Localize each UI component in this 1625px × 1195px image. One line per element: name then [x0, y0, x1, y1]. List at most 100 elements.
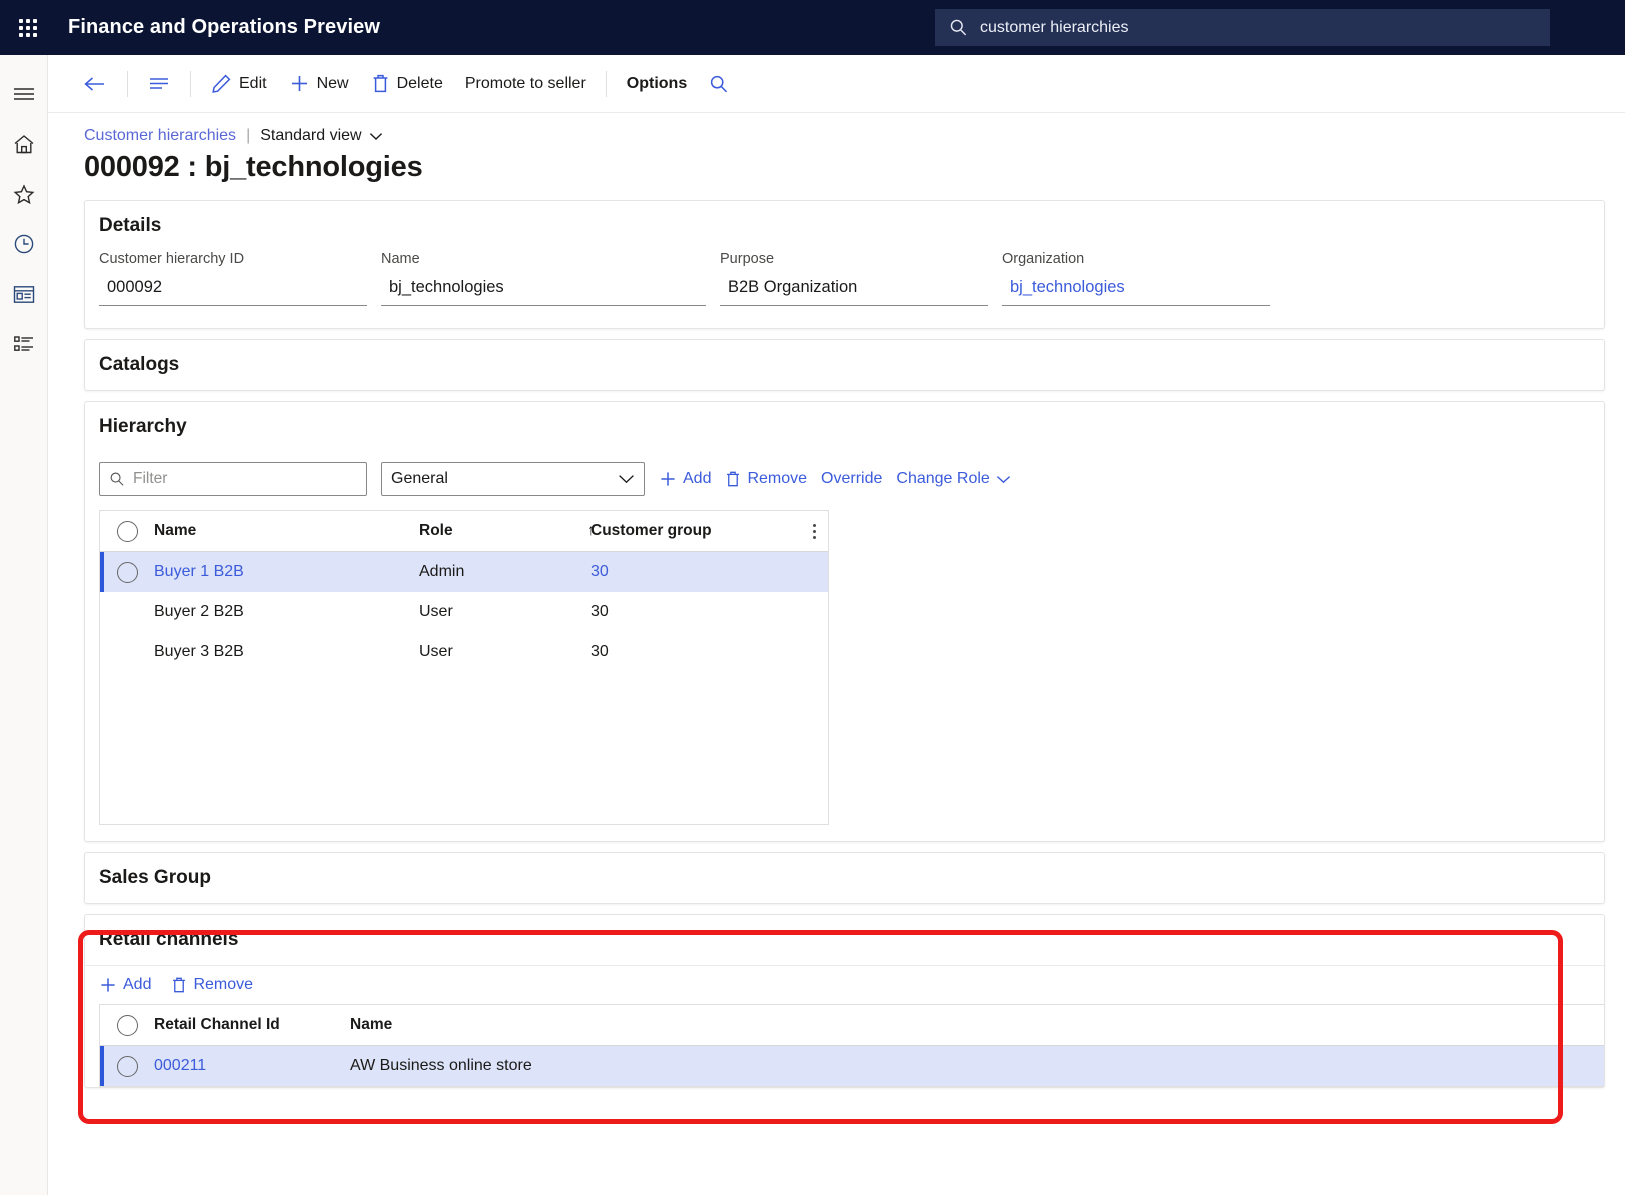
breadcrumb-separator: | — [246, 127, 251, 144]
hierarchy-view-select[interactable]: General — [381, 462, 645, 496]
search-icon — [711, 75, 728, 92]
column-header-name[interactable]: Name — [154, 522, 419, 540]
field-organization: Organization bj_technologies — [1002, 251, 1270, 306]
sidebar-item-favorites[interactable] — [0, 169, 47, 219]
options-button[interactable]: Options — [616, 68, 698, 100]
row-radio-cell[interactable] — [100, 1055, 154, 1077]
select-all-radio-cell[interactable] — [100, 1014, 154, 1036]
hierarchy-filter-input[interactable]: Filter — [99, 462, 367, 496]
view-selector-label: Standard view — [260, 127, 362, 144]
chevron-down-icon — [619, 475, 634, 484]
sales-group-header: Sales Group — [99, 867, 211, 888]
delete-button[interactable]: Delete — [360, 66, 454, 101]
retail-channels-remove-button[interactable]: Remove — [171, 976, 253, 994]
filter-placeholder-text: Filter — [133, 470, 168, 487]
field-value-link[interactable]: bj_technologies — [1002, 276, 1270, 306]
field-purpose: Purpose B2B Organization — [720, 251, 988, 306]
search-icon — [110, 472, 124, 486]
new-button[interactable]: New — [278, 66, 360, 101]
command-separator-1 — [127, 70, 128, 97]
details-section: Details Customer hierarchy ID 000092 Nam… — [84, 200, 1605, 329]
app-launcher-button[interactable] — [0, 18, 56, 37]
column-header-role[interactable]: Role — [419, 522, 591, 540]
select-all-radio[interactable] — [116, 520, 138, 542]
retail-channels-add-button[interactable]: Add — [99, 976, 151, 994]
page-content: Edit New Delete Promote to seller Option… — [48, 55, 1625, 1195]
back-button[interactable] — [72, 68, 118, 100]
view-selector[interactable]: Standard view — [260, 127, 382, 145]
sales-group-section[interactable]: Sales Group — [84, 852, 1605, 904]
sidebar-item-hamburger[interactable] — [0, 69, 47, 119]
table-row[interactable]: 000211 AW Business online store — [100, 1046, 1604, 1086]
add-label: Add — [683, 470, 712, 487]
chevron-down-icon — [369, 132, 382, 140]
select-all-radio[interactable] — [116, 1014, 138, 1036]
select-value: General — [391, 470, 448, 487]
cell-role: User — [419, 603, 453, 620]
cell-customer-group[interactable]: 30 — [591, 643, 828, 661]
field-value[interactable]: bj_technologies — [381, 276, 706, 306]
catalogs-section[interactable]: Catalogs — [84, 339, 1605, 391]
details-header: Details — [99, 215, 162, 236]
table-row[interactable]: Buyer 2 B2B User 30 — [100, 592, 828, 632]
cell-name[interactable]: Buyer 2 B2B — [154, 603, 419, 621]
hierarchy-remove-button[interactable]: Remove — [725, 470, 807, 488]
trash-icon — [173, 977, 186, 993]
field-customer-hierarchy-id: Customer hierarchy ID 000092 — [99, 251, 367, 306]
table-row[interactable]: Buyer 3 B2B User 30 — [100, 632, 828, 672]
column-header-retail-channel-id[interactable]: Retail Channel Id — [154, 1016, 350, 1034]
details-fields: Customer hierarchy ID 000092 Name bj_tec… — [85, 251, 1604, 328]
retail-channels-header: Retail channels — [99, 929, 239, 950]
hierarchy-add-button[interactable]: Add — [659, 470, 711, 488]
plus-icon — [661, 472, 675, 486]
command-separator-2 — [190, 70, 191, 97]
list-lines-icon — [150, 78, 168, 89]
column-header-customer-group[interactable]: Customer group — [591, 522, 828, 540]
star-icon — [13, 183, 34, 204]
change-role-label: Change Role — [896, 470, 990, 487]
cell-name[interactable]: Buyer 1 B2B — [154, 563, 419, 581]
cell-name[interactable]: Buyer 3 B2B — [154, 643, 419, 661]
hamburger-icon — [13, 88, 34, 100]
row-radio[interactable] — [116, 561, 138, 583]
select-all-radio-cell[interactable] — [100, 520, 154, 542]
retail-channels-grid-header: Retail Channel Id Name — [100, 1005, 1604, 1046]
sidebar-item-home[interactable] — [0, 119, 47, 169]
hierarchy-override-button[interactable]: Override — [821, 470, 882, 488]
page-title: 000092 : bj_technologies — [84, 151, 423, 183]
cell-customer-group[interactable]: 30 — [591, 603, 828, 621]
field-label: Organization — [1002, 251, 1085, 267]
command-search-button[interactable] — [698, 67, 740, 101]
hierarchy-grid-header: Name Role ↑ Customer group — [100, 511, 828, 552]
table-row[interactable]: Buyer 1 B2B Admin 30 — [100, 552, 828, 592]
cell-customer-group[interactable]: 30 — [591, 563, 828, 581]
remove-label: Remove — [193, 976, 254, 993]
row-radio[interactable] — [116, 1055, 138, 1077]
override-label: Override — [821, 470, 883, 487]
home-icon — [14, 134, 33, 153]
edit-button[interactable]: Edit — [200, 66, 278, 101]
trash-icon — [373, 74, 387, 93]
column-header-name[interactable]: Name — [350, 1016, 1604, 1034]
delete-label: Delete — [396, 74, 443, 92]
grid-overflow-menu-icon[interactable] — [813, 523, 816, 539]
global-search-box[interactable]: customer hierarchies — [935, 9, 1550, 46]
field-value[interactable]: B2B Organization — [720, 276, 988, 306]
sidebar-item-workspaces[interactable] — [0, 269, 47, 319]
field-label: Customer hierarchy ID — [99, 251, 245, 267]
breadcrumb-parent-link[interactable]: Customer hierarchies — [84, 127, 236, 145]
cell-role: User — [419, 643, 453, 660]
field-value[interactable]: 000092 — [99, 276, 367, 306]
show-list-button[interactable] — [137, 69, 181, 98]
sidebar-item-modules[interactable] — [0, 319, 47, 369]
trash-icon — [727, 471, 740, 487]
sidebar-item-recent[interactable] — [0, 219, 47, 269]
cell-retail-channel-id[interactable]: 000211 — [154, 1057, 350, 1075]
catalogs-header: Catalogs — [99, 354, 180, 375]
remove-label: Remove — [747, 470, 808, 487]
search-icon — [949, 18, 968, 37]
promote-to-seller-button[interactable]: Promote to seller — [454, 68, 597, 100]
edit-label: Edit — [239, 74, 267, 92]
row-radio-cell[interactable] — [100, 561, 154, 583]
hierarchy-change-role-button[interactable]: Change Role — [896, 470, 1010, 488]
